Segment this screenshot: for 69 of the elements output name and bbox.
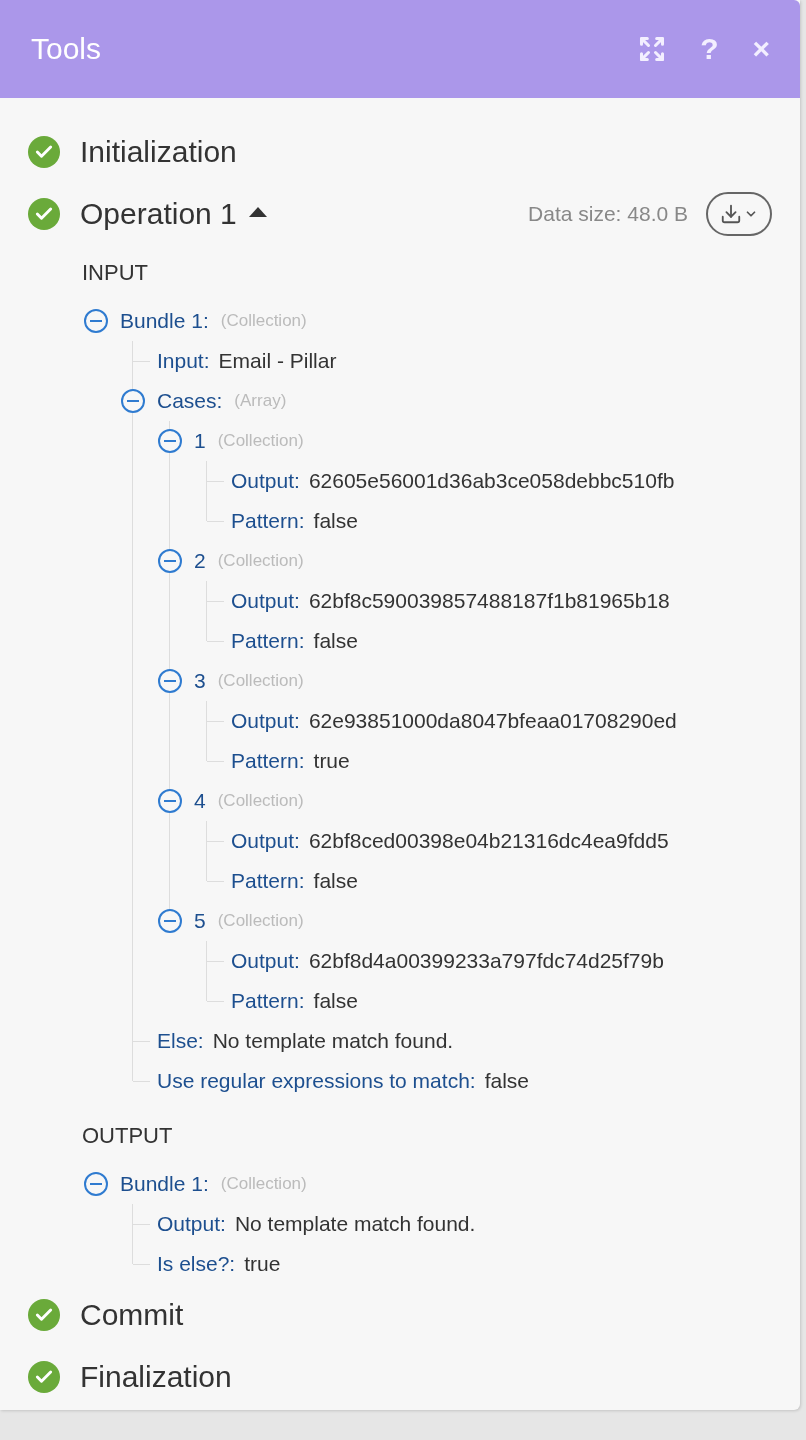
field-key: Is else?: xyxy=(157,1252,236,1276)
field-key: Use regular expressions to match: xyxy=(157,1069,476,1093)
field-key: 4 xyxy=(194,789,206,813)
collapse-toggle[interactable] xyxy=(121,389,145,413)
panel-title: Tools xyxy=(31,32,103,66)
field-value: false xyxy=(313,629,358,653)
field-value: false xyxy=(313,989,358,1013)
collapse-toggle[interactable] xyxy=(158,789,182,813)
field-value: 62bf8d4a00399233a797fdc74d25f79b xyxy=(308,949,664,973)
field-value: 62605e56001d36ab3ce058debbc510fb xyxy=(308,469,675,493)
step-label: Finalization xyxy=(80,1360,232,1394)
field-key: Pattern: xyxy=(231,509,305,533)
field-key: Output: xyxy=(231,829,300,853)
close-button[interactable]: × xyxy=(752,32,770,66)
field-type: (Collection) xyxy=(217,791,304,811)
field-key: 1 xyxy=(194,429,206,453)
field-value: false xyxy=(313,509,358,533)
field-key: Pattern: xyxy=(231,629,305,653)
field-key: 3 xyxy=(194,669,206,693)
field-type: (Collection) xyxy=(217,911,304,931)
collapse-toggle[interactable] xyxy=(158,549,182,573)
field-type: (Collection) xyxy=(220,311,307,331)
field-value: 62bf8c590039857488187f1b81965b18 xyxy=(308,589,670,613)
field-key: Bundle 1: xyxy=(120,1172,209,1196)
collapse-toggle[interactable] xyxy=(84,1172,108,1196)
download-icon xyxy=(720,203,742,225)
field-value: Email - Pillar xyxy=(218,349,337,373)
field-key: Bundle 1: xyxy=(120,309,209,333)
field-value: No template match found. xyxy=(212,1029,454,1053)
field-key: Output: xyxy=(231,469,300,493)
field-key: Input: xyxy=(157,349,210,373)
field-type: (Collection) xyxy=(217,671,304,691)
field-key: Output: xyxy=(231,949,300,973)
field-key: Pattern: xyxy=(231,749,305,773)
help-button[interactable]: ? xyxy=(700,32,719,66)
field-value: false xyxy=(484,1069,529,1093)
expand-button[interactable] xyxy=(638,35,667,63)
caret-icon[interactable] xyxy=(248,207,267,217)
section-title: OUTPUT xyxy=(82,1122,174,1150)
field-value: 62e93851000da8047bfeaa01708290ed xyxy=(308,709,677,733)
collapse-toggle[interactable] xyxy=(158,909,182,933)
field-key: Else: xyxy=(157,1029,204,1053)
field-key: Pattern: xyxy=(231,989,305,1013)
download-button[interactable] xyxy=(706,192,772,236)
field-type: (Collection) xyxy=(217,431,304,451)
field-value: 62bf8ced00398e04b21316dc4ea9fdd5 xyxy=(308,829,669,853)
field-value: No template match found. xyxy=(234,1212,476,1236)
field-type: (Collection) xyxy=(217,551,304,571)
step-label: Operation 1 xyxy=(80,197,237,231)
field-key: 5 xyxy=(194,909,206,933)
collapse-toggle[interactable] xyxy=(158,429,182,453)
field-key: Output: xyxy=(231,709,300,733)
data-size: Data size: 48.0 B xyxy=(528,202,688,226)
field-key: Pattern: xyxy=(231,869,305,893)
field-value: true xyxy=(313,749,350,773)
section-title: INPUT xyxy=(82,259,149,287)
field-value: true xyxy=(244,1252,281,1276)
field-key: 2 xyxy=(194,549,206,573)
field-value: false xyxy=(313,869,358,893)
field-key: Output: xyxy=(231,589,300,613)
field-key: Output: xyxy=(157,1212,226,1236)
expand-icon xyxy=(638,35,667,63)
collapse-toggle[interactable] xyxy=(84,309,108,333)
step-label: Initialization xyxy=(80,135,237,169)
step-label: Commit xyxy=(80,1298,184,1332)
collapse-toggle[interactable] xyxy=(158,669,182,693)
field-type: (Collection) xyxy=(220,1174,307,1194)
field-key: Cases: xyxy=(157,389,223,413)
field-type: (Array) xyxy=(234,391,287,411)
